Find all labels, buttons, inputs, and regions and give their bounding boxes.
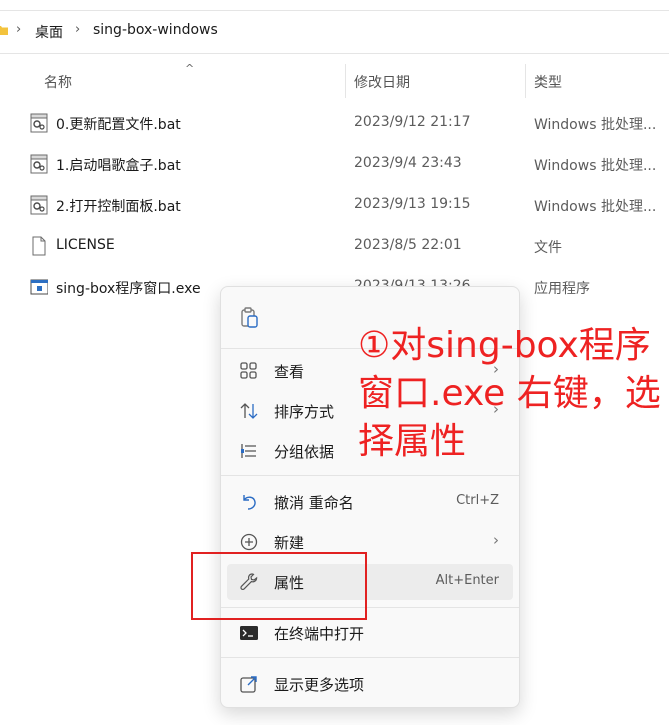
sort-ascending-icon: ^ [185,62,195,75]
sort-icon [240,403,258,419]
menu-item-label: 查看 [274,363,305,381]
undo-icon [243,495,256,510]
column-divider[interactable] [345,64,346,98]
column-date-header[interactable]: 修改日期 [354,72,410,92]
batch-file-icon [30,113,48,133]
highlight-box [191,552,367,620]
batch-file-icon [30,154,48,174]
menu-item-label: 分组依据 [274,443,335,461]
file-date: 2023/9/12 21:17 [354,114,471,130]
chevron-right-icon: › [16,22,22,37]
batch-file-icon [30,195,48,215]
menu-item-label: 排序方式 [274,403,335,421]
share-more-icon [240,676,257,693]
file-name: LICENSE [56,237,115,253]
file-row[interactable]: LICENSE 2023/8/5 22:01 文件 [0,226,669,266]
file-date: 2023/9/4 23:43 [354,155,462,171]
file-type: 文件 [534,240,562,256]
file-type: Windows 批处理... [534,158,657,174]
instruction-annotation: ①对sing-box程序窗口.exe 右键，选择属性 [358,325,661,462]
file-type: 应用程序 [534,281,590,297]
file-type: Windows 批处理... [534,199,657,215]
menu-separator [221,475,519,476]
file-row[interactable]: 0.更新配置文件.bat 2023/9/12 21:17 Windows 批处理… [0,103,669,143]
file-date: 2023/9/13 19:15 [354,196,471,212]
chevron-right-icon: › [493,531,499,549]
column-name-header[interactable]: 名称 [44,72,72,92]
menu-item-open-in-terminal[interactable]: 在终端中打开 [227,615,513,651]
menu-item-show-more-options[interactable]: 显示更多选项 [227,666,513,702]
shortcut-label: Ctrl+Z [456,493,499,508]
group-list-icon [241,444,256,458]
column-type-header[interactable]: 类型 [534,72,562,92]
address-bar: › 桌面 › sing-box-windows [0,0,669,62]
application-file-icon [30,279,48,295]
column-divider[interactable] [525,64,526,98]
file-name: 1.启动唱歌盒子.bat [56,158,181,174]
file-name: sing-box程序窗口.exe [56,281,201,297]
file-type: Windows 批处理... [534,117,657,133]
plus-circle-icon [240,533,258,551]
paste-icon[interactable] [240,307,260,329]
column-header [0,62,669,100]
menu-item-label: 在终端中打开 [274,625,365,643]
folder-icon [0,26,8,35]
menu-separator [221,657,519,658]
file-date: 2023/8/5 22:01 [354,237,462,253]
menu-item-label: 撤消 重命名 [274,494,354,512]
breadcrumb-item-folder[interactable]: sing-box-windows [93,22,218,38]
grid-view-icon [240,362,257,379]
terminal-icon [240,626,258,640]
menu-item-undo-rename[interactable]: 撤消 重命名 Ctrl+Z [227,484,513,520]
document-file-icon [32,236,46,256]
menu-item-label: 显示更多选项 [274,676,365,694]
file-name: 0.更新配置文件.bat [56,117,181,133]
menu-item-label: 新建 [274,534,305,552]
file-row[interactable]: 2.打开控制面板.bat 2023/9/13 19:15 Windows 批处理… [0,185,669,225]
file-row[interactable]: 1.启动唱歌盒子.bat 2023/9/4 23:43 Windows 批处理.… [0,144,669,184]
file-name: 2.打开控制面板.bat [56,199,181,215]
shortcut-label: Alt+Enter [435,573,499,588]
chevron-right-icon: › [75,22,81,37]
breadcrumb-item-desktop[interactable]: 桌面 [35,22,63,42]
